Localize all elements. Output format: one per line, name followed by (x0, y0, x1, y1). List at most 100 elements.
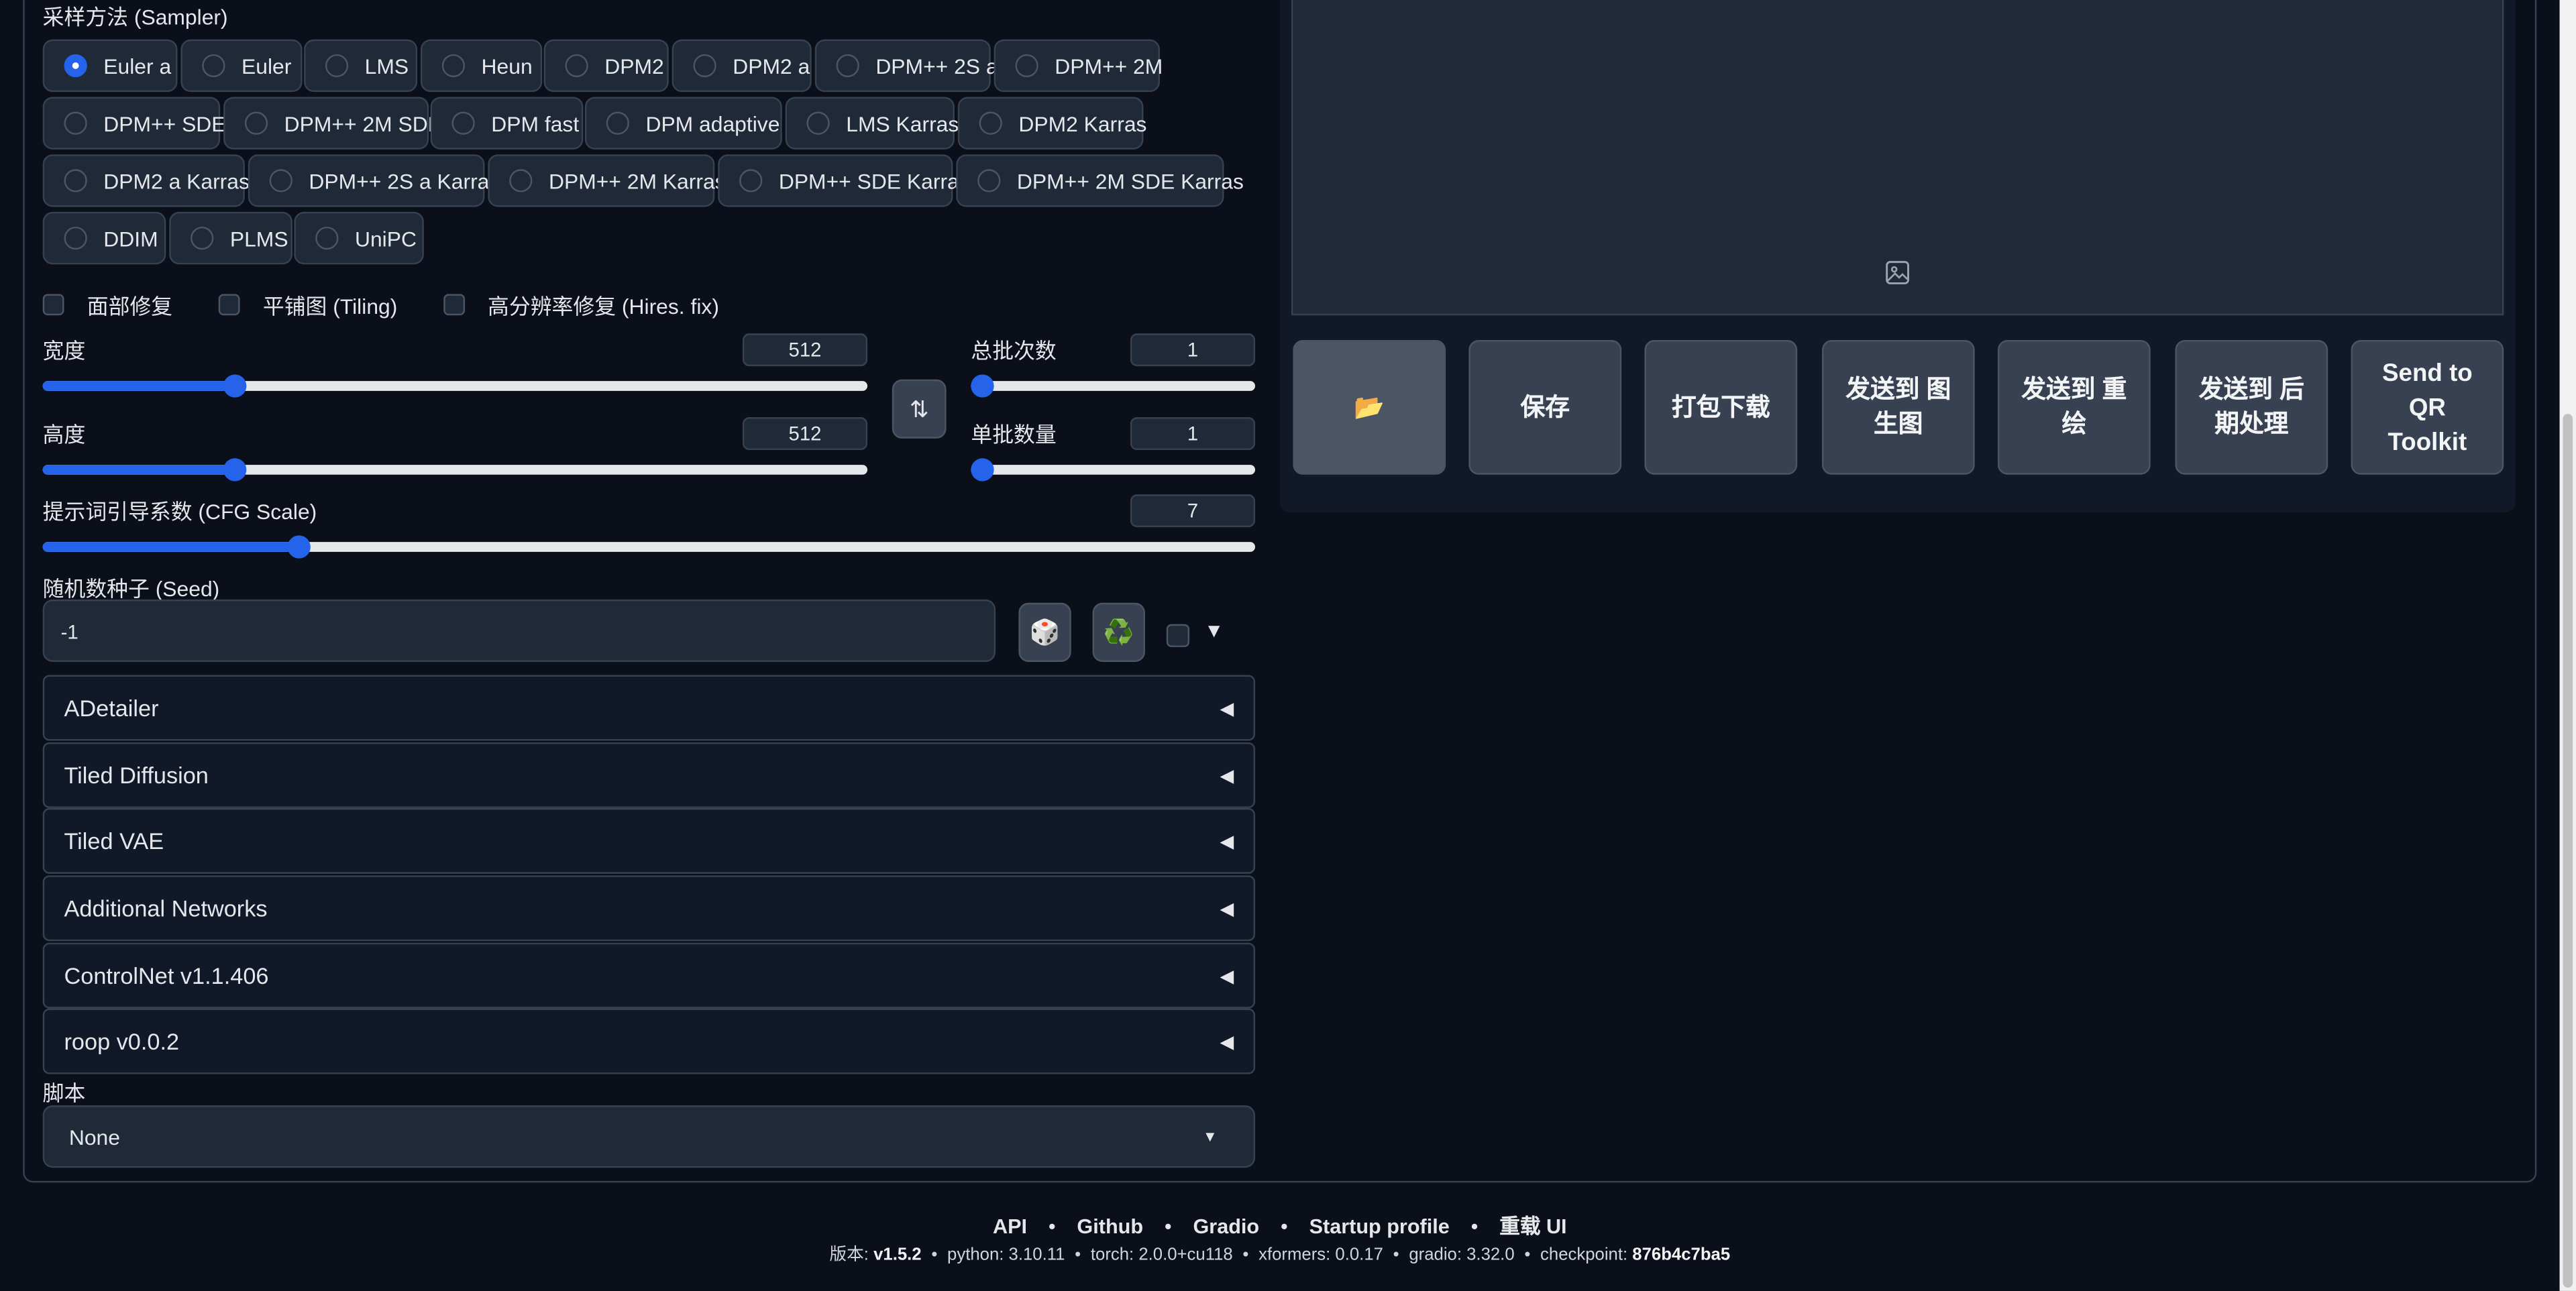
sampler-option[interactable]: DPM++ 2S a (814, 39, 998, 93)
radio-indicator[interactable] (806, 111, 830, 135)
swap-dimensions-button[interactable]: ⇅ (892, 379, 947, 439)
radio-indicator[interactable] (565, 54, 588, 78)
zip-download-button[interactable]: 打包下载 (1644, 339, 1798, 475)
sampler-option[interactable]: LMS (304, 39, 418, 93)
radio-indicator[interactable] (325, 54, 349, 78)
sampler-option[interactable]: DPM adaptive (584, 97, 782, 150)
radio-indicator[interactable] (64, 54, 87, 78)
sampler-option[interactable]: DPM++ 2S a Karras (248, 154, 500, 207)
footer-link-reload-ui[interactable]: 重载 UI (1499, 1215, 1566, 1238)
radio-indicator[interactable] (693, 54, 716, 78)
accordion-additional-networks[interactable]: Additional Networks ◀ (42, 875, 1256, 942)
seed-label: 随机数种子 (Seed) (42, 576, 220, 602)
send-to-inpaint-button[interactable]: 发送到 重绘 (1997, 339, 2151, 475)
radio-indicator[interactable] (202, 54, 225, 78)
sampler-option[interactable]: DPM2 (543, 39, 669, 93)
seed-extra-toggle[interactable]: ▼ (1204, 619, 1224, 642)
slider-thumb[interactable] (223, 458, 247, 482)
radio-indicator[interactable] (441, 54, 466, 78)
cfg-scale-label: 提示词引导系数 (CFG Scale) (42, 499, 317, 524)
sampler-option[interactable]: DPM2 a Karras (42, 154, 250, 207)
accordion-roop-v0-0-2[interactable]: roop v0.0.2 ◀ (42, 1008, 1256, 1074)
sampler-option[interactable]: DPM fast (430, 97, 584, 150)
sampler-option[interactable]: LMS Karras (785, 97, 959, 150)
sampler-option[interactable]: DPM++ 2M Karras (488, 154, 726, 207)
width-slider[interactable] (42, 374, 868, 398)
cfg-scale-slider[interactable] (42, 535, 1256, 559)
sampler-option-label: UniPC (354, 225, 417, 251)
height-slider[interactable] (42, 458, 868, 482)
radio-indicator[interactable] (451, 111, 475, 135)
footer-link-gradio[interactable]: Gradio (1193, 1215, 1259, 1238)
accordion-tiled-diffusion[interactable]: Tiled Diffusion ◀ (42, 742, 1256, 808)
radio-indicator[interactable] (64, 169, 87, 192)
output-image-area[interactable] (1291, 0, 2504, 316)
sampler-option[interactable]: Euler (180, 39, 303, 93)
width-number-input[interactable]: 512 (742, 333, 868, 367)
footer-link-github[interactable]: Github (1077, 1215, 1143, 1238)
radio-indicator[interactable] (977, 169, 1001, 192)
accordion-adetailer[interactable]: ADetailer ◀ (42, 675, 1256, 741)
send-extras-label: 发送到 后期处理 (2198, 376, 2304, 439)
cfg-scale-number-input[interactable]: 7 (1130, 494, 1256, 528)
batch-count-slider[interactable] (971, 374, 1256, 398)
face-restore-checkbox[interactable]: 面部修复 (42, 289, 172, 321)
checkbox-box[interactable] (443, 294, 465, 316)
sampler-option[interactable]: DPM2 a (672, 39, 812, 93)
slider-thumb[interactable] (971, 458, 994, 482)
sampler-option[interactable]: PLMS (169, 211, 292, 265)
reuse-seed-button[interactable]: ♻️ (1092, 602, 1145, 662)
footer-link-api[interactable]: API (993, 1215, 1027, 1238)
batch-size-slider[interactable] (971, 458, 1256, 482)
sampler-option[interactable]: DPM2 Karras (957, 97, 1146, 150)
batch-size-number-input[interactable]: 1 (1130, 417, 1256, 451)
seed-extra-checkbox[interactable] (1166, 624, 1190, 647)
radio-indicator[interactable] (64, 226, 87, 250)
seed-input[interactable]: -1 (42, 599, 996, 662)
open-folder-button[interactable]: 📂 (1293, 339, 1446, 475)
tiling-checkbox[interactable]: 平铺图 (Tiling) (218, 289, 397, 321)
sampler-option[interactable]: DPM++ 2M SDE (223, 97, 442, 150)
radio-indicator[interactable] (244, 111, 268, 135)
send-to-img2img-button[interactable]: 发送到 图生图 (1821, 339, 1975, 475)
footer-link-startup-profile[interactable]: Startup profile (1309, 1215, 1450, 1238)
radio-indicator[interactable] (1015, 54, 1038, 78)
accordion-controlnet-v1-1-406[interactable]: ControlNet v1.1.406 ◀ (42, 942, 1256, 1009)
send-inpaint-label: 发送到 重绘 (2021, 376, 2127, 439)
sampler-option[interactable]: DDIM (42, 211, 166, 265)
sampler-option-label: DPM2 a Karras (103, 168, 250, 193)
script-dropdown[interactable]: None ▼ (42, 1105, 1256, 1168)
sampler-option[interactable]: DPM++ SDE Karras (718, 154, 970, 207)
radio-indicator[interactable] (269, 169, 292, 192)
send-to-extras-button[interactable]: 发送到 后期处理 (2175, 339, 2328, 475)
hires-fix-checkbox[interactable]: 高分辨率修复 (Hires. fix) (443, 289, 719, 321)
slider-thumb[interactable] (223, 374, 247, 398)
sampler-option[interactable]: DPM++ SDE (42, 97, 226, 150)
collapse-arrow-icon: ◀ (1220, 766, 1234, 786)
sampler-option[interactable]: DPM++ 2M (994, 39, 1163, 93)
radio-indicator[interactable] (606, 111, 629, 135)
checkbox-box[interactable] (218, 294, 240, 316)
sampler-option[interactable]: UniPC (294, 211, 424, 265)
save-button[interactable]: 保存 (1468, 339, 1622, 475)
slider-thumb[interactable] (971, 374, 994, 398)
height-number-input[interactable]: 512 (742, 417, 868, 451)
radio-indicator[interactable] (315, 226, 339, 250)
accordion-tiled-vae[interactable]: Tiled VAE ◀ (42, 807, 1256, 874)
sampler-option[interactable]: DPM++ 2M SDE Karras (956, 154, 1244, 207)
page-scrollbar[interactable] (2559, 0, 2576, 1291)
radio-indicator[interactable] (739, 169, 763, 192)
radio-indicator[interactable] (509, 169, 533, 192)
checkbox-box[interactable] (42, 294, 64, 316)
sampler-option[interactable]: Euler a (42, 39, 178, 93)
sampler-option[interactable]: Heun (420, 39, 543, 93)
random-seed-button[interactable]: 🎲 (1018, 602, 1071, 662)
send-to-qr-toolkit-button[interactable]: Send to QR Toolkit (2351, 339, 2504, 475)
radio-indicator[interactable] (191, 226, 214, 250)
radio-indicator[interactable] (979, 111, 1002, 135)
radio-indicator[interactable] (64, 111, 87, 135)
sampler-option-label: Euler (241, 53, 292, 78)
radio-indicator[interactable] (836, 54, 859, 78)
batch-count-number-input[interactable]: 1 (1130, 333, 1256, 367)
scrollbar-thumb[interactable] (2563, 414, 2573, 1288)
